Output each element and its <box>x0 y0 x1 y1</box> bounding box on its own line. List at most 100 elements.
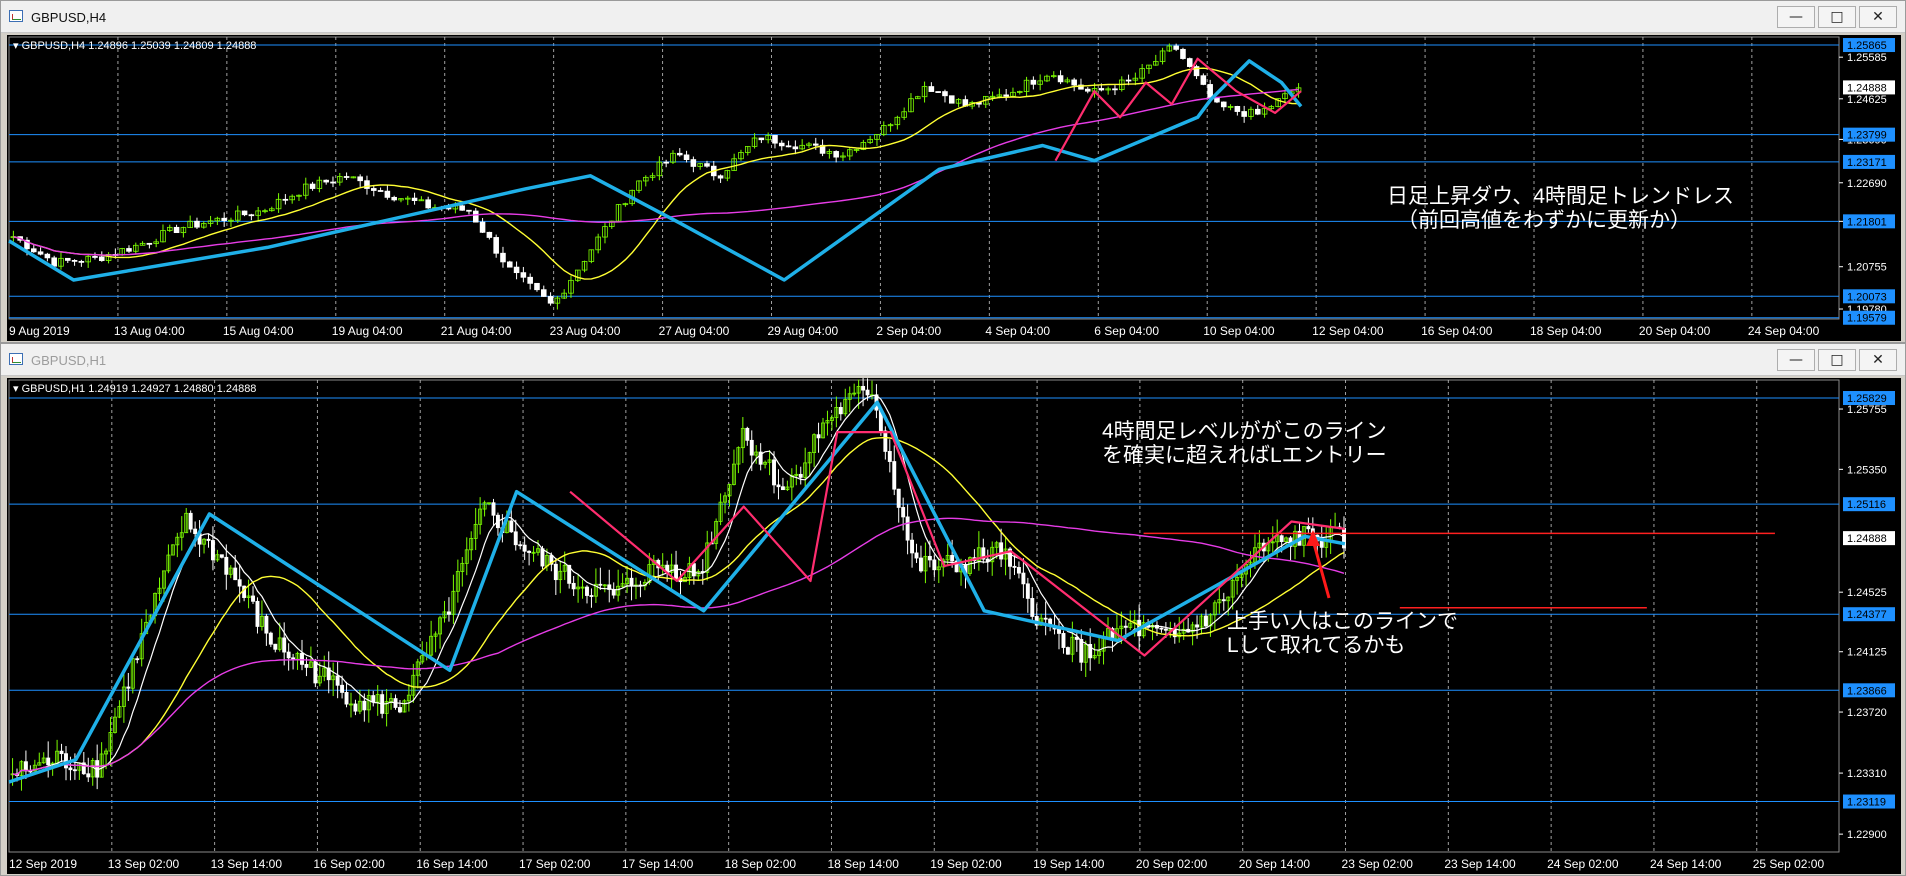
price-tick-label: 1.23720 <box>1847 707 1887 719</box>
candle-body <box>547 296 554 304</box>
price-chart-h1[interactable]: 12 Sep 2019 13 Sep 02:00 13 Sep 14:00 16 Se… <box>7 378 1901 874</box>
candle-body <box>398 707 402 713</box>
candle-body <box>772 459 776 486</box>
time-tick-label: 17 Sep 02:00 <box>519 857 591 871</box>
candle-body <box>459 205 465 211</box>
candle-body <box>237 579 242 587</box>
annotation-text: 4時間足レベルががこのライン <box>1102 420 1387 443</box>
candle-body <box>1221 599 1226 602</box>
candle-body <box>683 154 690 160</box>
candle-body <box>72 769 77 772</box>
candle-body <box>1030 598 1035 617</box>
candle-body <box>1079 639 1084 663</box>
candle-body <box>838 407 843 415</box>
time-tick-label: 24 Sep 02:00 <box>1547 857 1619 871</box>
time-tick-label: 18 Sep 02:00 <box>725 857 797 871</box>
candle-body <box>1200 75 1207 85</box>
candle-body <box>812 143 819 146</box>
candle-body <box>540 289 547 297</box>
price-marker-label: 1.24377 <box>1847 609 1887 621</box>
title-bar[interactable]: GBPUSD,H4 — □ ✕ <box>1 1 1905 33</box>
maximize-button[interactable]: □ <box>1818 6 1856 28</box>
candle-body <box>1025 583 1030 599</box>
candle-body <box>506 261 513 268</box>
close-button[interactable]: ✕ <box>1859 349 1897 371</box>
price-tick-label: 1.24625 <box>1847 94 1887 106</box>
candle-body <box>344 692 349 705</box>
time-tick-label: 4 Sep 04:00 <box>985 324 1050 338</box>
time-tick-label: 16 Sep 04:00 <box>1421 324 1493 338</box>
candle-body <box>865 389 870 396</box>
candle-body <box>540 548 545 567</box>
candle-body <box>51 257 57 267</box>
maximize-button[interactable]: □ <box>1818 349 1856 371</box>
price-marker-label: 1.25865 <box>1847 40 1887 52</box>
candle-body <box>98 256 105 261</box>
candle-body <box>479 221 486 233</box>
candle-body <box>335 675 340 686</box>
candle-body <box>1021 572 1026 585</box>
candle-body <box>518 544 523 547</box>
candle-body <box>221 217 227 221</box>
time-tick-label: 16 Sep 14:00 <box>416 857 488 871</box>
time-tick-label: 29 Aug 04:00 <box>768 324 839 338</box>
price-tick-label: 1.22900 <box>1847 829 1887 841</box>
price-chart-h4[interactable]: 9 Aug 2019 13 Aug 04:00 15 Aug 04:00 19 Aug… <box>7 35 1901 341</box>
candle-body <box>210 540 215 561</box>
candle-body <box>362 700 367 711</box>
candle-body <box>340 684 345 693</box>
chart-window-h4[interactable]: GBPUSD,H4 — □ ✕ 9 Aug 2019 13 Aug 04:00 15… <box>0 0 1906 343</box>
candle-body <box>282 637 287 653</box>
minimize-button[interactable]: — <box>1777 6 1815 28</box>
candle-body <box>1065 647 1070 655</box>
price-tick-label: 1.25350 <box>1847 464 1887 476</box>
candle-body <box>1220 101 1227 108</box>
annotation-text: （前回高値をわずかに更新か） <box>1397 209 1691 232</box>
candle-body <box>300 652 304 665</box>
chart-window-h1[interactable]: GBPUSD,H1 — □ ✕ 12 Sep 2019 13 Sep 02:00 1… <box>0 343 1906 876</box>
candle-body <box>1071 79 1077 86</box>
candle-body <box>1254 108 1261 115</box>
candle-body <box>241 210 248 216</box>
candle-body <box>255 600 260 627</box>
candle-body <box>384 190 391 198</box>
time-tick-label: 23 Sep 14:00 <box>1444 857 1516 871</box>
time-tick-label: 13 Sep 14:00 <box>211 857 283 871</box>
candle-body <box>411 197 418 201</box>
candle-body <box>1207 84 1213 99</box>
candle-body <box>194 220 200 228</box>
candle-body <box>950 554 955 562</box>
candle-body <box>323 179 329 183</box>
candle-body <box>286 651 291 659</box>
candle-body <box>932 559 937 571</box>
candle-body <box>914 552 919 559</box>
price-marker-label: 1.23119 <box>1847 797 1886 809</box>
time-tick-label: 20 Sep 14:00 <box>1239 857 1311 871</box>
time-tick-label: 20 Sep 04:00 <box>1639 324 1711 338</box>
candle-body <box>513 531 518 546</box>
title-bar[interactable]: GBPUSD,H1 — □ ✕ <box>1 344 1905 376</box>
candle-body <box>776 484 781 488</box>
price-marker-label: 1.23171 <box>1847 157 1887 169</box>
candle-body <box>71 259 78 262</box>
time-tick-label: 10 Sep 04:00 <box>1203 324 1275 338</box>
time-tick-label: 19 Sep 14:00 <box>1033 857 1105 871</box>
price-marker-label: 1.19579 <box>1847 313 1887 325</box>
candle-body <box>935 91 941 93</box>
candle-body <box>1214 97 1220 103</box>
candle-body <box>816 434 821 439</box>
minimize-button[interactable]: — <box>1777 349 1815 371</box>
candle-body <box>472 210 479 223</box>
time-tick-label: 20 Sep 02:00 <box>1136 857 1208 871</box>
candle-body <box>589 595 594 597</box>
close-button[interactable]: ✕ <box>1859 6 1897 28</box>
candle-body <box>135 658 140 661</box>
candle-body <box>486 231 493 238</box>
candle-body <box>1241 111 1247 117</box>
candle-body <box>883 430 888 452</box>
candle-body <box>251 595 255 602</box>
candle-body <box>30 248 37 253</box>
candle-body <box>663 161 669 164</box>
candle-body <box>357 176 363 182</box>
price-tick-label: 1.24525 <box>1847 587 1887 599</box>
